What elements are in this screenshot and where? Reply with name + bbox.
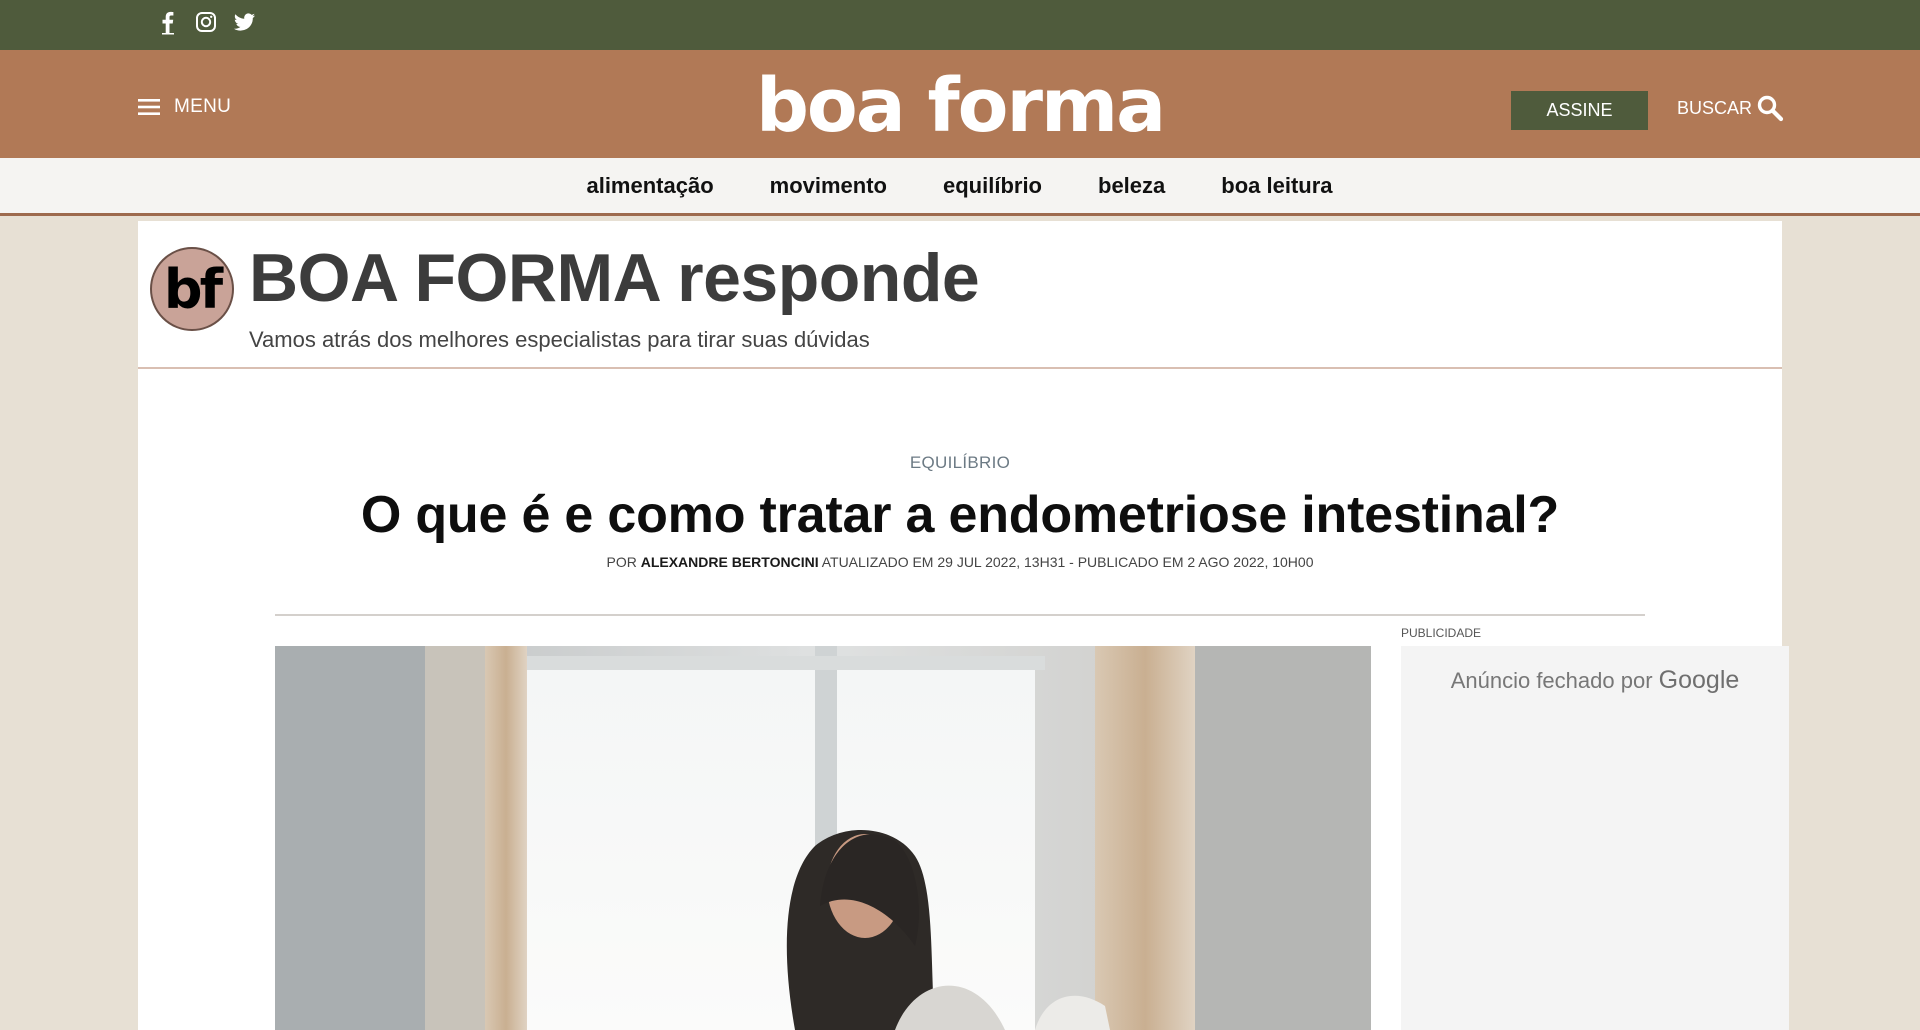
ad-slot: Anúncio fechado por Google bbox=[1401, 646, 1789, 1030]
ad-label: PUBLICIDADE bbox=[1401, 626, 1482, 640]
section-subtitle: Vamos atrás dos melhores especialistas p… bbox=[249, 327, 870, 352]
social-links bbox=[155, 9, 257, 35]
search-icon bbox=[1757, 95, 1784, 122]
ad-closed-message: Anúncio fechado por Google bbox=[1401, 666, 1789, 695]
byline-prefix: POR bbox=[606, 554, 637, 570]
ad-closed-text: Anúncio fechado por bbox=[1450, 668, 1653, 693]
category-nav: alimentação movimento equilíbrio beleza … bbox=[0, 158, 1920, 216]
top-bar bbox=[0, 0, 1920, 50]
section-title: BOA FORMA responde bbox=[249, 240, 980, 316]
facebook-icon[interactable] bbox=[155, 9, 181, 35]
site-header: MENU boa forma ASSINE BUSCAR bbox=[0, 50, 1920, 158]
byline-dates: ATUALIZADO EM 29 JUL 2022, 13H31 - PUBLI… bbox=[821, 554, 1314, 570]
section-logo[interactable]: bf bbox=[150, 247, 234, 331]
content-card: bf BOA FORMA responde Vamos atrás dos me… bbox=[138, 221, 1789, 1030]
article-byline: POR ALEXANDRE BERTONCINI ATUALIZADO EM 2… bbox=[138, 554, 1782, 570]
section-header: bf BOA FORMA responde Vamos atrás dos me… bbox=[138, 221, 1782, 369]
article-kicker[interactable]: EQUILÍBRIO bbox=[138, 453, 1782, 473]
divider bbox=[275, 614, 1645, 616]
subscribe-button[interactable]: ASSINE bbox=[1511, 91, 1648, 130]
nav-item-alimentacao[interactable]: alimentação bbox=[586, 173, 713, 199]
google-logo: Google bbox=[1658, 666, 1740, 694]
search-label: BUSCAR bbox=[1677, 97, 1753, 118]
twitter-icon[interactable] bbox=[231, 9, 257, 35]
nav-item-equilibrio[interactable]: equilíbrio bbox=[943, 173, 1042, 199]
hero-image bbox=[275, 646, 1371, 1030]
instagram-icon[interactable] bbox=[193, 9, 219, 35]
search-button[interactable]: BUSCAR bbox=[1677, 94, 1784, 122]
nav-item-boa-leitura[interactable]: boa leitura bbox=[1221, 173, 1332, 199]
article-headline: O que é e como tratar a endometriose int… bbox=[360, 486, 1560, 544]
nav-item-beleza[interactable]: beleza bbox=[1098, 173, 1165, 199]
author-link[interactable]: ALEXANDRE BERTONCINI bbox=[641, 554, 819, 570]
nav-item-movimento[interactable]: movimento bbox=[770, 173, 887, 199]
